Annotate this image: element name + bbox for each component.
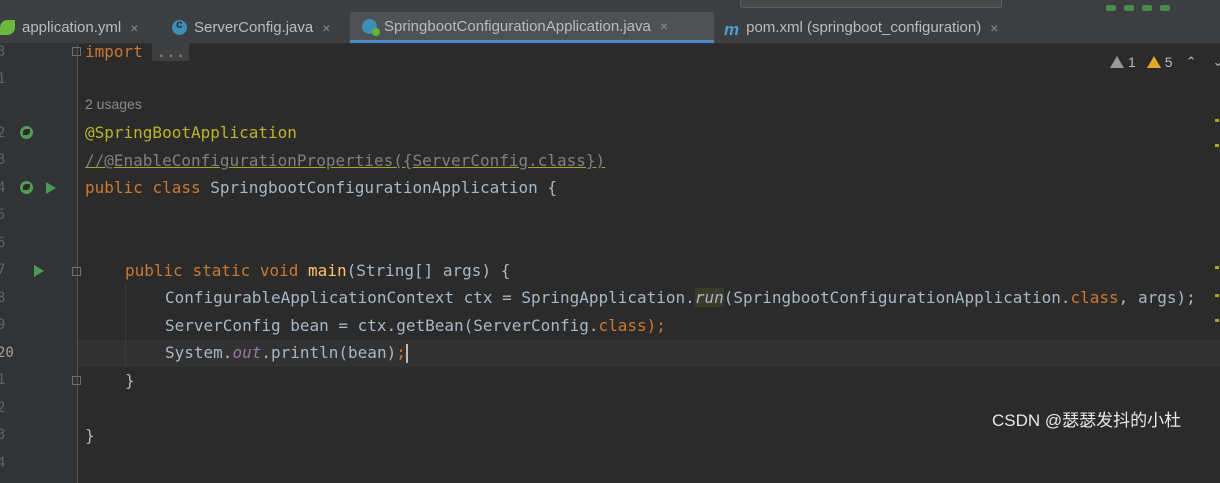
line-number: 4 [0,455,6,471]
coverage-icon[interactable] [1142,5,1152,11]
line-number: 7 [0,262,6,278]
line-number: 1 [0,372,6,388]
error-stripe-mark[interactable] [1215,319,1219,322]
warning-count: 5 [1164,54,1173,70]
spring-bean-icon[interactable] [20,126,33,139]
tab-serverconfig-java[interactable]: ServerConfig.java × [160,12,350,43]
code-line-class: public class SpringbootConfigurationAppl… [85,178,557,198]
line-number: 20 [0,345,14,361]
line-number: 6 [0,235,6,251]
line-number: 9 [0,317,6,333]
yaml-leaf-icon [0,20,15,35]
tab-pom-xml[interactable]: m pom.xml (springboot_configuration) × [714,12,1044,43]
run-main-icon[interactable] [34,265,44,277]
tab-label: ServerConfig.java [194,19,314,36]
usages-hint[interactable]: 2 usages [85,96,142,112]
line-number: 3 [0,427,6,443]
run-class-icon[interactable] [46,182,56,194]
code-line-close-class: } [85,426,95,445]
tab-springboot-configuration-application[interactable]: SpringbootConfigurationApplication.java … [350,12,714,43]
brace: { [547,178,558,197]
chevron-up-icon[interactable]: ⌃ [1186,54,1197,70]
line-number: 1 [0,71,6,87]
keyword: static [192,261,251,280]
line-number: 3 [0,44,6,60]
tab-label: SpringbootConfigurationApplication.java [384,17,651,35]
error-stripe-mark[interactable] [1215,266,1219,269]
code-text: ConfigurableApplicationContext ctx = Spr… [165,288,695,307]
keyword: class [152,178,201,197]
java-class-icon [172,17,187,35]
code-text: .println(bean) [261,343,397,362]
error-stripe-mark[interactable] [1215,119,1219,122]
error-stripe-mark[interactable] [1215,144,1219,147]
code-line-context: ConfigurableApplicationContext ctx = Spr… [165,288,1196,308]
fold-imports-icon[interactable] [72,47,81,56]
line-number: 2 [0,125,6,141]
close-icon[interactable]: × [990,20,998,36]
keyword: public [125,261,183,280]
tab-label: application.yml [22,19,122,36]
keyword: class [1070,288,1119,307]
params: (String[] args) { [346,261,511,280]
fold-method-end-icon[interactable] [72,376,81,385]
close-icon[interactable]: × [322,20,330,36]
warning-icon [1146,56,1161,68]
code-text: ServerConfig bean = ctx.getBean(ServerCo… [165,316,599,335]
comment: //@EnableConfigurationProperties({Server… [85,151,606,170]
code-line-bean: ServerConfig bean = ctx.getBean(ServerCo… [165,316,666,336]
fold-method-icon[interactable] [72,267,81,276]
tab-label: pom.xml (springboot_configuration) [746,19,982,36]
method-name: main [308,261,347,280]
keyword: void [259,261,299,280]
spring-class-icon [362,18,380,36]
spring-bean-icon[interactable] [20,181,33,194]
stop-icon[interactable] [1160,5,1170,11]
code-line-close-method: } [125,371,135,390]
code-line-import: import ... [85,42,190,62]
line-number: 5 [0,207,6,223]
indent-guide [125,284,126,366]
close-icon[interactable]: × [660,18,668,34]
run-icon[interactable] [1106,5,1116,11]
chevron-down-icon[interactable]: ⌄ [1213,54,1220,70]
navigation-bar-fragment [0,0,330,4]
line-number: 2 [0,400,6,416]
maven-icon: m [724,20,740,39]
static-field: out [232,343,262,362]
error-stripe-mark[interactable] [1215,294,1219,297]
run-toolbar-icons[interactable] [1098,0,1208,11]
inspection-widget[interactable]: 1 5 ⌃ ⌄ [1110,54,1220,70]
top-toolbar-strip [0,0,1220,12]
keyword: public [85,178,143,197]
text-caret [405,344,408,363]
editor-gutter[interactable]: 3 1 2 3 4 5 6 7 8 9 20 1 2 3 4 [0,44,81,483]
code-text: ); [646,316,666,335]
line-number: 8 [0,290,6,306]
debug-icon[interactable] [1124,5,1134,11]
keyword: import [85,42,143,61]
csdn-watermark: CSDN @瑟瑟发抖的小杜 [992,411,1182,430]
keyword: class [598,316,647,335]
semicolon: ; [396,343,406,362]
folded-imports[interactable]: ... [152,42,190,61]
code-line-comment: //@EnableConfigurationProperties({Server… [85,151,605,171]
code-line-print: System.out.println(bean); [165,343,408,363]
code-line-main: public static void main(String[] args) { [125,261,510,281]
code-line-annotation: @SpringBootApplication [85,123,297,142]
code-text: , args); [1118,288,1196,307]
tab-application-yml[interactable]: application.yml × [0,12,160,43]
weak-warning-count: 1 [1128,54,1136,70]
code-text: System. [165,343,233,362]
line-number: 4 [0,180,6,196]
class-name: SpringbootConfigurationApplication [210,178,538,197]
editor-tab-bar: application.yml × ServerConfig.java × Sp… [0,12,1220,44]
code-editor[interactable]: 3 1 2 3 4 5 6 7 8 9 20 1 2 3 4 import ..… [0,42,1220,483]
line-number: 3 [0,152,6,168]
weak-warning-icon [1110,56,1124,68]
run-call: run [694,288,724,307]
close-icon[interactable]: × [130,20,138,36]
code-text: (SpringbootConfigurationApplication. [723,288,1071,307]
run-configuration-selector[interactable] [740,0,1002,8]
